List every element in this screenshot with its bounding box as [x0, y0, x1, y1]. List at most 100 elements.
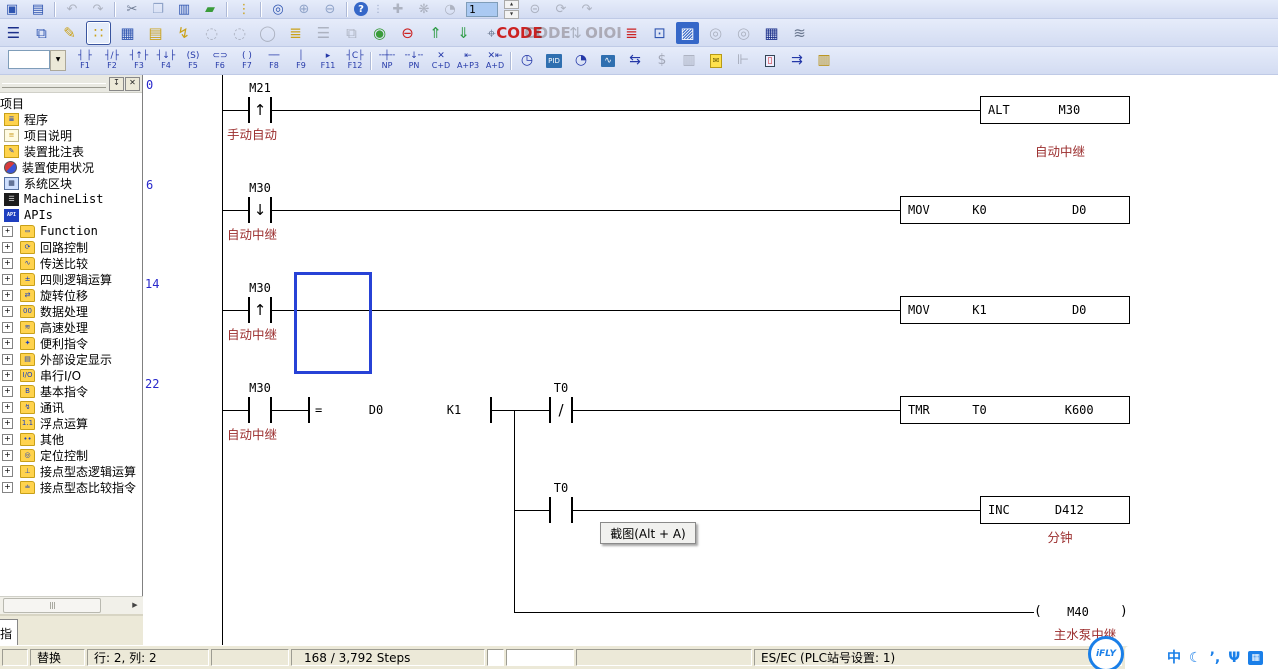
- tree-item-data-processing[interactable]: + 00 数据处理: [0, 303, 143, 319]
- expand-icon[interactable]: +: [2, 450, 13, 461]
- tree-item-apis[interactable]: + API APIs: [0, 207, 143, 223]
- spinner-down-icon[interactable]: ▼: [504, 10, 519, 19]
- tree-item-communication[interactable]: + ↯ 通讯: [0, 399, 143, 415]
- comment-icon[interactable]: ◌: [200, 22, 223, 44]
- instruction-box-mov1[interactable]: MOV K0 D0: [900, 196, 1130, 224]
- insert-ap-icon[interactable]: ⇤A+P3: [456, 49, 480, 73]
- ime-language-icon[interactable]: 中: [1167, 647, 1181, 669]
- upload-plc-icon[interactable]: ⇑: [424, 22, 447, 44]
- moon-icon[interactable]: ☾: [1189, 647, 1202, 669]
- instruction-box-mov2[interactable]: MOV K1 D0: [900, 296, 1130, 324]
- alarm-icon[interactable]: ◔: [569, 49, 593, 73]
- shuffle-icon[interactable]: ⇆: [623, 49, 647, 73]
- coil-m40[interactable]: M40: [1048, 605, 1108, 619]
- sfc-icon[interactable]: ≣: [284, 22, 307, 44]
- monitor-mode-icon[interactable]: ⧉: [30, 22, 53, 44]
- monitor-alt-icon[interactable]: ⧉: [340, 22, 363, 44]
- hscroll-right-icon[interactable]: ▶: [129, 599, 141, 612]
- refresh-icon[interactable]: ◔: [440, 1, 460, 18]
- contact-m30-falling[interactable]: ↓: [248, 197, 272, 223]
- expand-icon[interactable]: +: [2, 370, 13, 381]
- tree-item-arithmetic-logic[interactable]: + ± 四则逻辑运算: [0, 271, 143, 287]
- network-icon[interactable]: ❋: [414, 1, 434, 18]
- close-icon[interactable]: ✕: [125, 77, 140, 91]
- oioi-icon[interactable]: OIOI: [592, 22, 615, 44]
- expand-icon[interactable]: +: [2, 482, 13, 493]
- instruction-box-inc[interactable]: INC D412: [980, 496, 1130, 524]
- expand-icon[interactable]: +: [2, 338, 13, 349]
- application-instr-icon[interactable]: ( )F7: [235, 49, 259, 73]
- compare-operator[interactable]: =: [315, 403, 331, 417]
- tree-item-rotate-shift[interactable]: + ⇄ 旋转位移: [0, 287, 143, 303]
- transfer-icon[interactable]: ⇅: [564, 22, 587, 44]
- tree-item-external-display[interactable]: + ▤ 外部设定显示: [0, 351, 143, 367]
- help-icon[interactable]: ?: [354, 2, 368, 16]
- expand-icon[interactable]: +: [2, 354, 13, 365]
- tree-item-serial-io[interactable]: + I/O 串行I/O: [0, 367, 143, 383]
- delete-ad-icon[interactable]: ✕⇤A+D: [483, 49, 507, 73]
- zoom-out-icon[interactable]: ⊖: [320, 1, 340, 18]
- expand-icon[interactable]: +: [2, 418, 13, 429]
- find-m-icon[interactable]: ◎: [704, 22, 727, 44]
- contact-t0-no[interactable]: [549, 497, 573, 523]
- tree-item-function[interactable]: + ▭ Function: [0, 223, 143, 239]
- zoom-in-icon[interactable]: ⊕: [294, 1, 314, 18]
- dollar-icon[interactable]: $: [650, 49, 674, 73]
- tree-item-project[interactable]: + 项目: [0, 95, 143, 111]
- options-icon[interactable]: ≋: [788, 22, 811, 44]
- ladder-alt-icon[interactable]: ☰: [312, 22, 335, 44]
- paste-icon[interactable]: ▥: [174, 1, 194, 18]
- wave-icon[interactable]: ∿: [596, 49, 620, 73]
- set-coil-icon[interactable]: (S)F5: [181, 49, 205, 73]
- delete-cd-icon[interactable]: ✕C+D: [429, 49, 453, 73]
- edit-comment-icon[interactable]: ✎: [58, 22, 81, 44]
- spinner-up-icon[interactable]: ▲: [504, 0, 519, 9]
- mail-icon[interactable]: ✉: [704, 49, 728, 73]
- eraser-icon[interactable]: ▰: [200, 1, 220, 18]
- step-spinner-buttons[interactable]: ▲ ▼: [504, 0, 519, 19]
- step-marker-icon[interactable]: ⋮: [234, 1, 254, 18]
- np-icon[interactable]: ╌┼╌NP: [375, 49, 399, 73]
- tree-item-loop-control[interactable]: + ⟳ 回路控制: [0, 239, 143, 255]
- gold-barrel-icon[interactable]: ▥: [812, 49, 836, 73]
- expand-icon[interactable]: +: [2, 242, 13, 253]
- contact-m21-rising[interactable]: ↑: [248, 97, 272, 123]
- punctuation-icon[interactable]: ’,: [1210, 647, 1221, 669]
- frame-icon[interactable]: ⊡: [648, 22, 671, 44]
- cut-icon[interactable]: ✂: [122, 1, 142, 18]
- expand-icon[interactable]: +: [2, 322, 13, 333]
- instruction-box-alt[interactable]: ALT M30: [980, 96, 1130, 124]
- tree-item-others[interactable]: + •• 其他: [0, 431, 143, 447]
- expand-icon[interactable]: +: [2, 290, 13, 301]
- find-ip-icon[interactable]: ◎: [732, 22, 755, 44]
- stop-icon[interactable]: ⊝: [525, 1, 545, 18]
- image-icon[interactable]: ▨: [676, 22, 699, 44]
- tree-item-machine-list[interactable]: + ☰ MachineList: [0, 191, 143, 207]
- tree-item-basic-instruction[interactable]: + B 基本指令: [0, 383, 143, 399]
- out-coil-icon[interactable]: ⊂⊃F6: [208, 49, 232, 73]
- expand-icon[interactable]: +: [2, 402, 13, 413]
- expand-icon[interactable]: +: [2, 466, 13, 477]
- tree-item-transfer-compare[interactable]: + ∿ 传送比较: [0, 255, 143, 271]
- combobox-value[interactable]: [8, 50, 50, 69]
- stop-monitor-icon[interactable]: ⊖: [396, 22, 419, 44]
- ladder-mode-icon[interactable]: ☰: [2, 22, 25, 44]
- expand-icon[interactable]: +: [2, 258, 13, 269]
- tree-item-high-speed[interactable]: + ≋ 高速处理: [0, 319, 143, 335]
- combobox-dropdown-icon[interactable]: ▼: [50, 50, 66, 71]
- contact-nc-icon[interactable]: ┤/├F2: [100, 49, 124, 73]
- tree-item-positioning[interactable]: + ◎ 定位控制: [0, 447, 143, 463]
- swap-icon[interactable]: ↷: [577, 1, 597, 18]
- contact-t0-nc[interactable]: /: [549, 397, 573, 423]
- expand-icon[interactable]: +: [2, 274, 13, 285]
- pn-icon[interactable]: ╌↓╌PN: [402, 49, 426, 73]
- contact-rise-icon[interactable]: ┤↑├F3: [127, 49, 151, 73]
- tree-item-device-comment-table[interactable]: + ✎ 装置批注表: [0, 143, 143, 159]
- tree-item-program[interactable]: + ≣ 程序: [0, 111, 143, 127]
- rotate-icon[interactable]: ⟳: [551, 1, 571, 18]
- barrel-icon[interactable]: ▥: [677, 49, 701, 73]
- vline-icon[interactable]: │F9: [289, 49, 313, 73]
- expand-icon[interactable]: +: [2, 434, 13, 445]
- compile-icon[interactable]: ◉: [368, 22, 391, 44]
- tree-item-project-note[interactable]: + ≡ 项目说明: [0, 127, 143, 143]
